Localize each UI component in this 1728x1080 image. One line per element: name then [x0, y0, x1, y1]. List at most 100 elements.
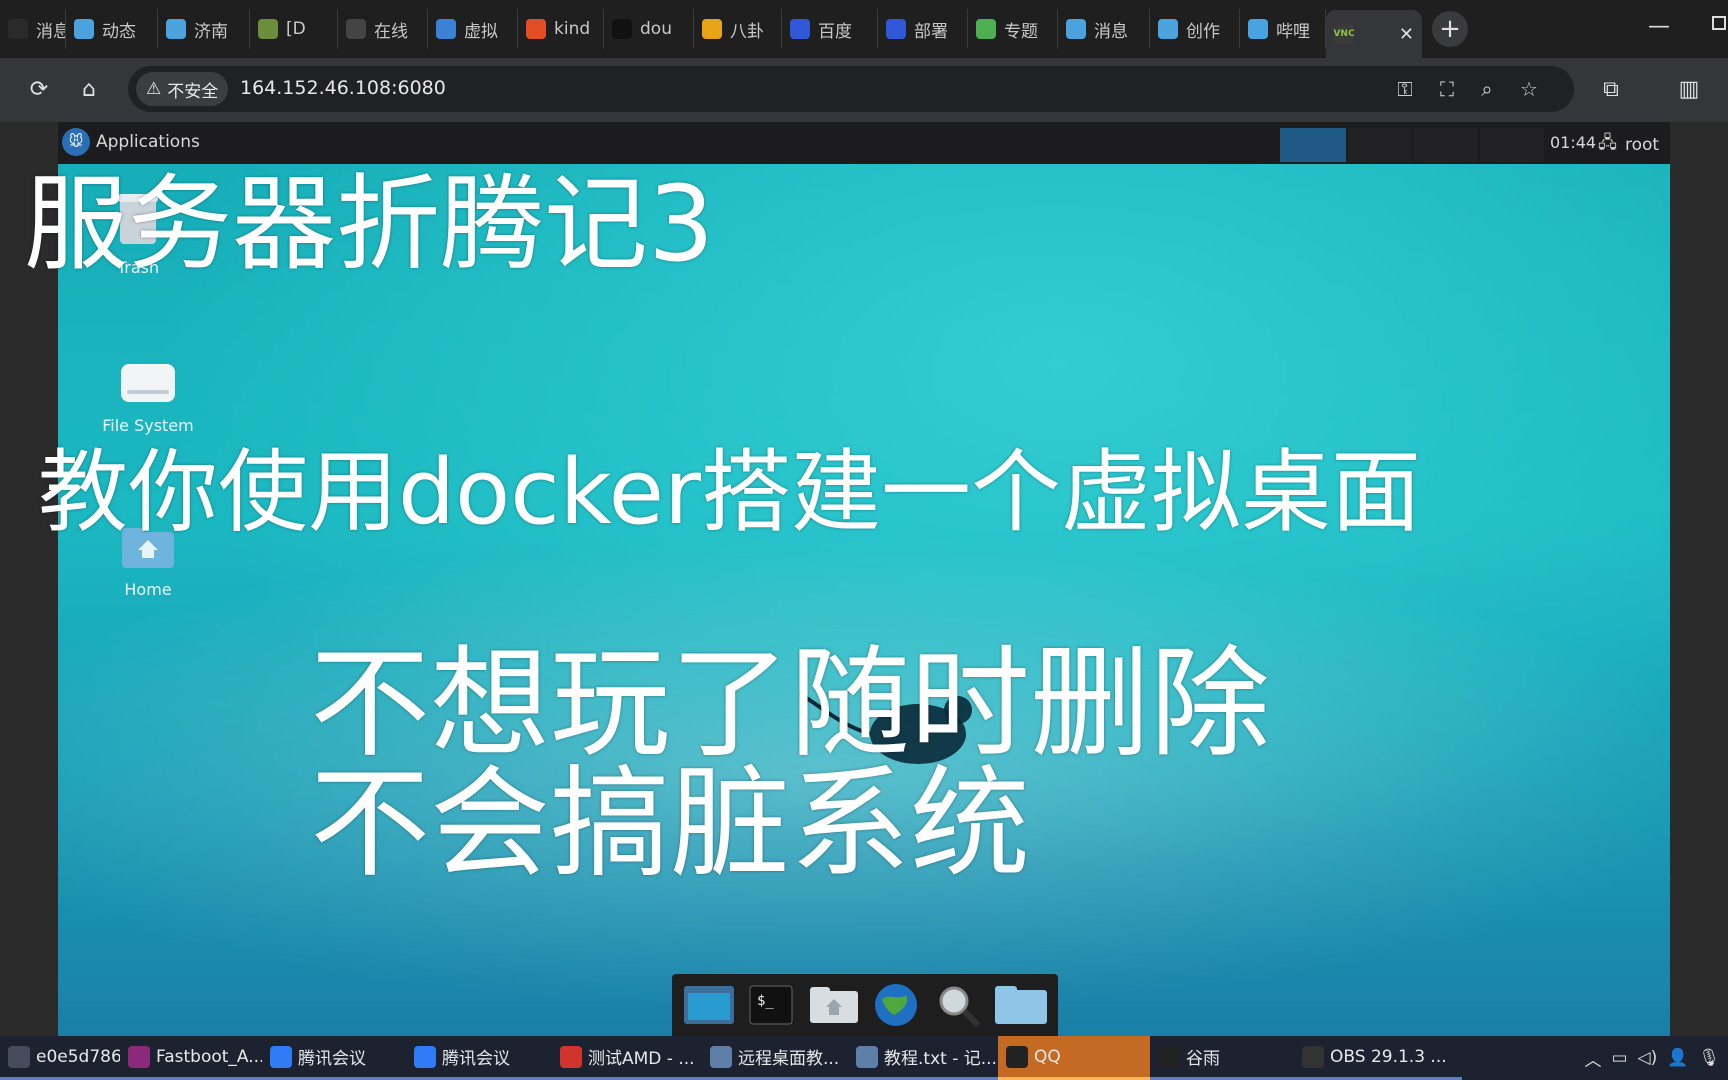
workspace-3[interactable] — [1414, 128, 1478, 162]
taskbar-item[interactable]: 测试AMD - ... — [552, 1036, 702, 1080]
taskbar-item[interactable]: 教程.txt - 记... — [848, 1036, 998, 1080]
taskbar-item-label: 远程桌面教... — [738, 1049, 840, 1069]
tab-label: 八卦 — [730, 21, 764, 42]
security-indicator[interactable]: ⚠ 不安全 — [136, 72, 229, 106]
taskbar-item[interactable]: QQ — [998, 1036, 1150, 1080]
taskbar-item[interactable]: Fastboot_A... — [120, 1036, 262, 1080]
warning-icon: ⚠ — [146, 79, 162, 99]
browser-tab[interactable]: kind — [518, 9, 604, 49]
browser-tab[interactable]: 消息 — [0, 9, 66, 49]
user-name: root — [1624, 134, 1660, 155]
browser-tab[interactable]: 部署 — [878, 9, 968, 49]
browser-tab[interactable]: 八卦 — [694, 9, 782, 49]
workspace-1[interactable] — [1280, 128, 1346, 162]
tab-label: 创作 — [1186, 21, 1220, 42]
taskbar-item[interactable]: 腾讯会议 — [262, 1036, 406, 1080]
tab-label: 济南 — [194, 21, 228, 42]
s-icon — [702, 19, 722, 39]
xfce-desktop[interactable]: Trash File System Home — [58, 164, 1670, 1036]
browser-tab[interactable]: 济南 — [158, 9, 250, 49]
taskbar-item[interactable]: 腾讯会议 — [406, 1036, 552, 1080]
bilibili-icon — [74, 19, 94, 39]
desktop-icon-file-system[interactable]: File System — [88, 360, 208, 435]
dock-app-finder[interactable] — [931, 980, 985, 1030]
taskbar-item[interactable]: 远程桌面教... — [702, 1036, 848, 1080]
workspace-4[interactable] — [1480, 128, 1544, 162]
tab-active-vnc[interactable]: VNC ✕ — [1326, 10, 1422, 58]
applications-menu[interactable]: 🐭 Applications — [62, 128, 200, 156]
tab-label: 在线 — [374, 21, 408, 42]
bilibili-icon — [166, 19, 186, 39]
address-bar[interactable]: ⚠ 不安全 164.152.46.108:6080 ⚿ ⛶ ⌕ ☆ — [128, 66, 1574, 112]
tab-label: 部署 — [914, 21, 948, 42]
browser-tab[interactable]: 哔哩 — [1240, 9, 1326, 49]
browser-tab-strip: 消息动态济南[D在线虚拟kinddou八卦百度部署专题消息创作哔哩 VNC ✕ … — [0, 0, 1728, 58]
applications-label: Applications — [96, 132, 200, 152]
user-menu[interactable]: 🖧 root — [1598, 130, 1659, 159]
dock-terminal[interactable]: $_ — [744, 980, 798, 1030]
reload-icon[interactable]: ⟳ — [24, 74, 54, 104]
taskbar-item-label: QQ — [1034, 1046, 1061, 1067]
close-tab-icon[interactable]: ✕ — [1399, 24, 1414, 45]
apple-icon — [346, 19, 366, 39]
password-key-icon[interactable]: ⚿ — [1390, 74, 1420, 104]
new-tab-button[interactable]: + — [1432, 11, 1468, 47]
magnifier-icon — [939, 986, 981, 1028]
tab-label: 消息 — [1094, 21, 1128, 42]
taskbar-item[interactable]: e0e5d786e... — [0, 1036, 120, 1080]
panel-clock[interactable]: 01:44 — [1550, 133, 1596, 152]
browser-tab[interactable]: 消息 — [1058, 9, 1150, 49]
window-icon — [8, 1045, 30, 1068]
svg-text:$_: $_ — [757, 993, 774, 1009]
dock-folder[interactable] — [994, 980, 1048, 1030]
taskbar-item-label: 测试AMD - ... — [588, 1049, 695, 1069]
url-text[interactable]: 164.152.46.108:6080 — [240, 77, 446, 99]
microphone-icon[interactable]: 🎙 — [1698, 1048, 1720, 1068]
browser-tab[interactable]: 在线 — [338, 9, 428, 49]
browser-tab[interactable]: 专题 — [968, 9, 1058, 49]
security-label: 不安全 — [167, 81, 219, 102]
extensions-icon[interactable]: ⧉ — [1596, 74, 1626, 104]
baidu-icon — [886, 19, 906, 39]
maximize-icon[interactable] — [1712, 16, 1726, 30]
user-icon[interactable]: 👤 — [1667, 1048, 1688, 1068]
c-icon — [526, 19, 546, 39]
translate-icon[interactable]: ⛶ — [1432, 74, 1462, 104]
workspace-2[interactable] — [1348, 128, 1412, 162]
browser-tab[interactable]: 创作 — [1150, 9, 1240, 49]
dock-web-browser[interactable] — [869, 980, 923, 1030]
notepad-icon — [856, 1045, 878, 1068]
qq-icon — [1158, 1045, 1180, 1068]
taskbar-item-label: 腾讯会议 — [298, 1049, 366, 1069]
taskbar-item-label: OBS 29.1.3 ... — [1330, 1046, 1447, 1067]
video-subtitle: 教你使用docker搭建一个虚拟桌面 — [38, 440, 1421, 545]
tab-label: 专题 — [1004, 21, 1038, 42]
taskbar-item-label: 腾讯会议 — [442, 1049, 510, 1069]
home-label: Home — [124, 580, 172, 599]
home-icon[interactable]: ⌂ — [74, 74, 104, 104]
zoom-icon[interactable]: ⌕ — [1472, 74, 1502, 104]
drive-icon — [121, 364, 175, 402]
battery-icon[interactable]: ▭ — [1611, 1048, 1627, 1068]
tab-label: 百度 — [818, 21, 852, 42]
chevron-up-icon[interactable]: ︿ — [1584, 1046, 1601, 1071]
browser-tab[interactable]: 百度 — [782, 9, 878, 49]
file-system-label: File System — [102, 416, 194, 435]
browser-tab[interactable]: dou — [604, 9, 694, 49]
tab-label: dou — [640, 19, 672, 39]
tencent-meeting-icon — [270, 1045, 292, 1068]
notepad-icon — [710, 1045, 732, 1068]
taskbar-item[interactable]: OBS 29.1.3 ... — [1294, 1036, 1462, 1080]
side-panel-icon[interactable]: ▥ — [1674, 74, 1704, 104]
video-title: 服务器折腾记3 — [24, 163, 715, 285]
dock-file-manager[interactable] — [807, 980, 861, 1030]
dock-show-desktop[interactable] — [682, 980, 736, 1030]
browser-tab[interactable]: 虚拟 — [428, 9, 518, 49]
bookmark-star-icon[interactable]: ☆ — [1514, 74, 1544, 104]
speaker-icon[interactable]: ◁) — [1638, 1048, 1658, 1068]
minimize-icon[interactable]: — — [1648, 14, 1670, 39]
browser-tab[interactable]: 动态 — [66, 9, 158, 49]
browser-tab[interactable]: [D — [250, 9, 338, 49]
winrar-icon — [128, 1045, 150, 1068]
taskbar-item[interactable]: 谷雨 — [1150, 1036, 1294, 1080]
